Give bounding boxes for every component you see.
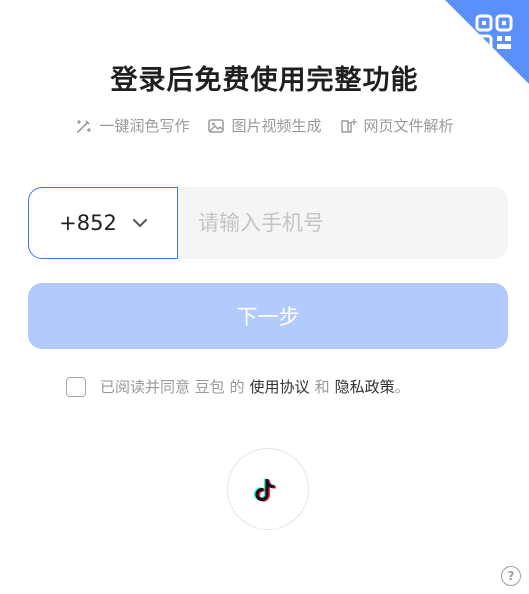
feature-label: 一键润色写作 — [99, 117, 190, 135]
tiktok-login-button[interactable] — [227, 448, 309, 530]
feature-list: 一键润色写作 图片视频生成 网页文件解析 — [0, 115, 529, 136]
agreement-row: 已阅读并同意 豆包 的 使用协议 和 隐私政策 。 — [66, 376, 410, 397]
help-icon[interactable]: ? — [501, 566, 521, 586]
agreement-prefix: 已阅读并同意 豆包 的 — [100, 378, 245, 396]
feature-label: 图片视频生成 — [231, 117, 322, 135]
feature-item-image: 图片视频生成 — [207, 115, 322, 136]
agreement-checkbox[interactable] — [66, 376, 86, 397]
phone-input-group: +852 — [28, 187, 508, 259]
feature-label: 网页文件解析 — [363, 117, 454, 135]
tiktok-icon — [253, 478, 277, 502]
qr-code-icon — [475, 14, 513, 52]
privacy-link[interactable]: 隐私政策 — [335, 376, 395, 397]
image-icon — [208, 118, 225, 133]
phone-number-input[interactable] — [178, 187, 508, 259]
agreement-suffix: 。 — [394, 378, 410, 396]
magic-pen-icon — [77, 119, 92, 133]
next-step-button[interactable]: 下一步 — [28, 283, 508, 349]
terms-link[interactable]: 使用协议 — [250, 376, 310, 397]
country-code-value: +852 — [59, 211, 117, 235]
page-title: 登录后免费使用完整功能 — [110, 65, 419, 96]
feature-item-parse: 网页文件解析 — [340, 115, 454, 136]
book-sparkle-icon — [340, 118, 357, 133]
feature-item-writing: 一键润色写作 — [75, 115, 189, 136]
country-code-select[interactable]: +852 — [28, 187, 178, 259]
agreement-and: 和 — [314, 378, 330, 396]
chevron-down-icon — [132, 218, 147, 227]
